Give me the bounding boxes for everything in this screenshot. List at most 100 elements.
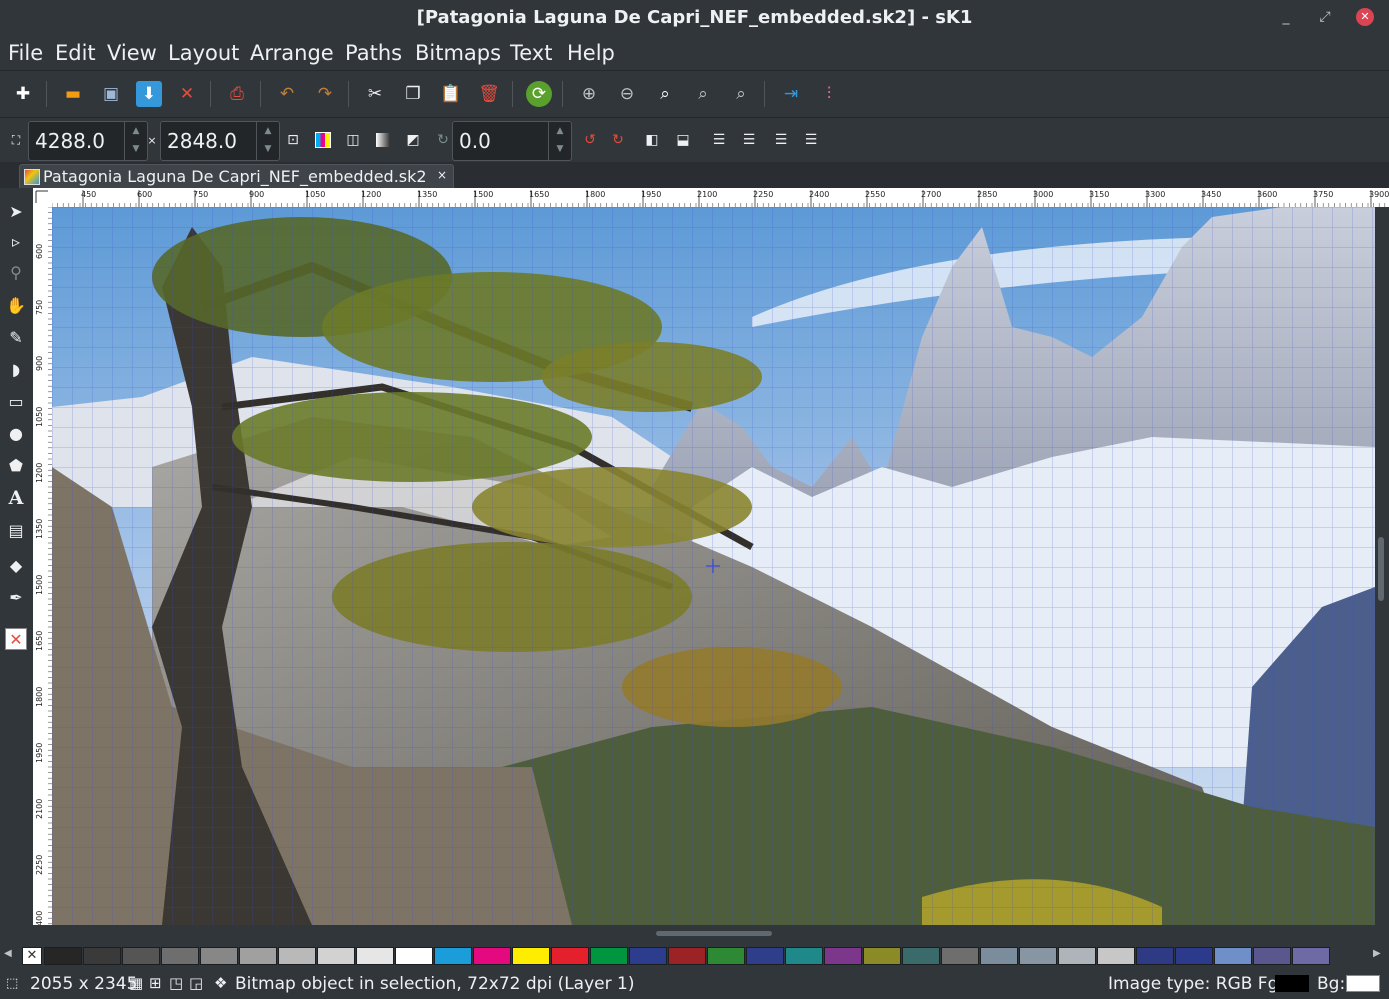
menu-text[interactable]: Text bbox=[510, 41, 552, 65]
rotate-left-icon[interactable]: ↺ bbox=[580, 130, 600, 150]
paste-icon[interactable]: 📋 bbox=[438, 81, 464, 107]
grayscale-icon[interactable] bbox=[373, 130, 393, 150]
color-swatch[interactable] bbox=[434, 947, 472, 965]
bitmap-image[interactable] bbox=[52, 207, 1375, 925]
color-swatch[interactable] bbox=[44, 947, 82, 965]
align-left-icon[interactable]: ☰ bbox=[709, 130, 729, 150]
color-swatch[interactable] bbox=[122, 947, 160, 965]
selection-arrow-icon[interactable]: ➤ bbox=[5, 200, 27, 222]
color-swatch[interactable] bbox=[200, 947, 238, 965]
height-spinbox[interactable]: 2848.0 ▲ ▼ bbox=[160, 121, 280, 161]
down-arrow-icon[interactable]: ▼ bbox=[549, 136, 571, 154]
ruler-corner[interactable] bbox=[33, 188, 52, 207]
print-icon[interactable]: ⎙ bbox=[224, 81, 250, 107]
cmyk-color-icon[interactable] bbox=[313, 130, 333, 150]
color-swatch[interactable] bbox=[746, 947, 784, 965]
align-justify-icon[interactable]: ☰ bbox=[801, 130, 821, 150]
background-color-swatch[interactable] bbox=[1346, 975, 1380, 992]
horizontal-scroll-thumb[interactable] bbox=[656, 931, 772, 936]
vertical-scrollbar[interactable] bbox=[1375, 207, 1389, 925]
keep-ratio-icon[interactable]: ⊡ bbox=[283, 130, 303, 150]
snap-page-icon[interactable]: ◲ bbox=[189, 974, 203, 992]
rgb-icon[interactable]: ◫ bbox=[343, 130, 363, 150]
color-swatch[interactable] bbox=[356, 947, 394, 965]
import-icon[interactable]: ⇥ bbox=[778, 81, 804, 107]
zoom-selection-icon[interactable]: ⌕ bbox=[690, 81, 716, 107]
menu-arrange[interactable]: Arrange bbox=[250, 41, 334, 65]
monochrome-icon[interactable]: ◩ bbox=[403, 130, 423, 150]
curve-icon[interactable]: ◗ bbox=[5, 358, 27, 380]
down-arrow-icon[interactable]: ▼ bbox=[257, 136, 279, 154]
color-swatch[interactable] bbox=[824, 947, 862, 965]
node-arrow-icon[interactable]: ▹ bbox=[5, 230, 27, 252]
color-swatch[interactable] bbox=[1136, 947, 1174, 965]
color-swatch[interactable] bbox=[317, 947, 355, 965]
zoom-out-icon[interactable]: ⊖ bbox=[614, 81, 640, 107]
width-stepper[interactable]: ▲ ▼ bbox=[124, 122, 147, 160]
color-swatch[interactable] bbox=[395, 947, 433, 965]
text-tool-icon[interactable]: A bbox=[5, 487, 27, 509]
menu-paths[interactable]: Paths bbox=[345, 41, 402, 65]
redo-icon[interactable]: ↷ bbox=[312, 81, 338, 107]
no-color-swatch[interactable]: ✕ bbox=[22, 947, 42, 965]
width-spinbox[interactable]: 4288.0 ▲ ▼ bbox=[28, 121, 148, 161]
color-swatch[interactable] bbox=[863, 947, 901, 965]
mirror-horizontal-icon[interactable]: ◧ bbox=[642, 130, 662, 150]
color-swatch[interactable] bbox=[1214, 947, 1252, 965]
color-swatch[interactable] bbox=[941, 947, 979, 965]
color-swatch[interactable] bbox=[668, 947, 706, 965]
delete-icon[interactable]: 🗑 bbox=[476, 81, 502, 107]
color-swatch[interactable] bbox=[512, 947, 550, 965]
close-button[interactable]: ✕ bbox=[1356, 8, 1374, 26]
color-swatch[interactable] bbox=[785, 947, 823, 965]
gradient-icon[interactable]: ▤ bbox=[5, 519, 27, 541]
document-tab[interactable]: Patagonia Laguna De Capri_NEF_embedded.s… bbox=[19, 164, 454, 189]
color-swatch[interactable] bbox=[473, 947, 511, 965]
fill-icon[interactable]: ◆ bbox=[5, 554, 27, 576]
menu-layout[interactable]: Layout bbox=[168, 41, 239, 65]
horizontal-scrollbar[interactable] bbox=[52, 925, 1375, 941]
snap-grid-icon[interactable]: ▦ bbox=[129, 974, 143, 992]
save-as-icon[interactable]: ⬇ bbox=[136, 81, 162, 107]
undo-icon[interactable]: ↶ bbox=[274, 81, 300, 107]
refresh-icon[interactable]: ⟳ bbox=[526, 81, 552, 107]
snap-guides-icon[interactable]: ⊞ bbox=[149, 974, 162, 992]
rotation-stepper[interactable]: ▲ ▼ bbox=[548, 122, 571, 160]
color-swatch[interactable] bbox=[980, 947, 1018, 965]
fleur-hand-icon[interactable]: ✋ bbox=[5, 294, 27, 316]
cut-icon[interactable]: ✂ bbox=[362, 81, 388, 107]
color-swatch[interactable] bbox=[1058, 947, 1096, 965]
mirror-vertical-icon[interactable]: ⬓ bbox=[673, 130, 693, 150]
height-stepper[interactable]: ▲ ▼ bbox=[256, 122, 279, 160]
zoom-page-icon[interactable]: ⌕ bbox=[652, 81, 678, 107]
up-arrow-icon[interactable]: ▲ bbox=[257, 122, 279, 136]
close-tab-icon[interactable]: × bbox=[437, 168, 447, 182]
open-icon[interactable]: ▬ bbox=[60, 81, 86, 107]
palette-scroll-right[interactable]: ▶ bbox=[1373, 948, 1381, 959]
restore-button[interactable]: ⤢ bbox=[1316, 8, 1334, 26]
color-swatch[interactable] bbox=[551, 947, 589, 965]
color-swatch[interactable] bbox=[1097, 947, 1135, 965]
color-swatch[interactable] bbox=[1019, 947, 1057, 965]
properties-icon[interactable]: ⫶ bbox=[816, 81, 842, 107]
copy-icon[interactable]: ❐ bbox=[400, 81, 426, 107]
menu-file[interactable]: File bbox=[8, 41, 43, 65]
color-swatch[interactable] bbox=[590, 947, 628, 965]
rectangle-icon[interactable]: ▭ bbox=[5, 390, 27, 412]
vertical-ruler[interactable]: 600 750 900 1050 1200 1350 1500 1650 1800 1950 210… bbox=[33, 207, 52, 925]
close-doc-icon[interactable]: ✕ bbox=[174, 81, 200, 107]
save-icon[interactable]: ▣ bbox=[98, 81, 124, 107]
menu-edit[interactable]: Edit bbox=[55, 41, 96, 65]
color-swatch[interactable] bbox=[629, 947, 667, 965]
zoom-in-icon[interactable]: ⊕ bbox=[576, 81, 602, 107]
color-swatch[interactable] bbox=[1292, 947, 1330, 965]
zoom-100-icon[interactable]: ⌕ bbox=[728, 81, 754, 107]
freehand-icon[interactable]: ✎ bbox=[5, 326, 27, 348]
rotate-right-icon[interactable]: ↻ bbox=[608, 130, 628, 150]
color-swatch[interactable] bbox=[902, 947, 940, 965]
menu-view[interactable]: View bbox=[107, 41, 157, 65]
polygon-icon[interactable]: ⬟ bbox=[5, 454, 27, 476]
snap-objects-icon[interactable]: ◳ bbox=[169, 974, 183, 992]
horizontal-ruler[interactable]: 450 600 750 900 1050 1200 1350 1500 1650 1800 1950… bbox=[52, 188, 1389, 207]
new-icon[interactable]: ✚ bbox=[10, 81, 36, 107]
